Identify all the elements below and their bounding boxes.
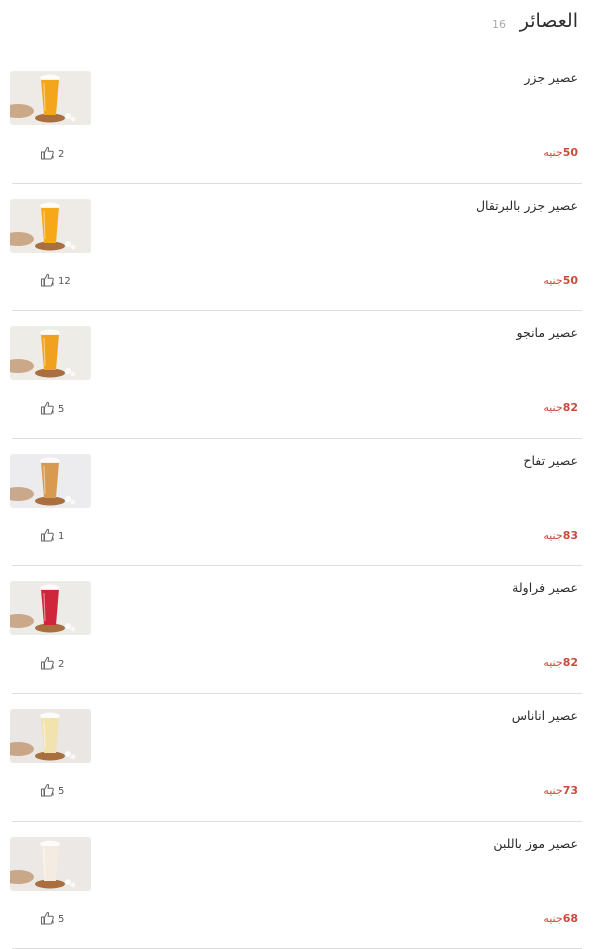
product-image[interactable] (10, 198, 91, 253)
price-currency: جنيه (543, 656, 563, 670)
price-currency: جنيه (543, 911, 563, 925)
product-name[interactable]: عصير موز باللبن (493, 836, 578, 851)
thumbs-up-icon (40, 911, 55, 928)
list-item[interactable]: عصير جزر بالبرتقال 50جنيه 12 (0, 184, 598, 312)
product-image[interactable] (10, 71, 91, 125)
product-name[interactable]: عصير تفاح (523, 453, 578, 468)
thumbs-up-icon (40, 401, 55, 418)
thumbs-up-icon (40, 783, 55, 800)
product-price: 50جنيه (543, 274, 578, 287)
price-value: 82 (562, 401, 578, 415)
like-button[interactable]: 5 (40, 911, 65, 928)
like-count: 1 (58, 531, 65, 543)
like-button[interactable]: 2 (40, 656, 65, 673)
like-button[interactable]: 12 (40, 273, 71, 290)
list-item[interactable]: عصير موز باللبن 68جنيه 5 (0, 822, 598, 949)
thumbs-up-icon (40, 528, 55, 545)
price-value: 50 (562, 273, 578, 287)
product-name[interactable]: عصير اناناس (512, 708, 578, 723)
thumbs-up-icon (40, 656, 55, 673)
product-price: 82جنيه (543, 656, 578, 669)
like-count: 5 (58, 914, 65, 926)
product-name[interactable]: عصير فراولة (512, 580, 578, 595)
product-price: 68جنيه (543, 912, 578, 925)
product-price: 82جنيه (543, 401, 578, 414)
price-currency: جنيه (543, 783, 563, 797)
product-image[interactable] (10, 581, 91, 636)
product-name[interactable]: عصير مانجو (517, 325, 578, 340)
list-item[interactable]: عصير فراولة 82جنيه 2 (0, 566, 598, 694)
like-button[interactable]: 5 (40, 783, 65, 800)
price-currency: جنيه (543, 528, 563, 542)
like-count: 5 (58, 403, 65, 415)
thumbs-up-icon (40, 273, 55, 290)
price-value: 83 (562, 528, 578, 542)
item-count: 16 (492, 18, 506, 31)
list-item[interactable]: عصير جزر 50جنيه 2 (0, 56, 598, 184)
like-button[interactable]: 1 (40, 528, 65, 545)
product-image[interactable] (10, 453, 91, 508)
price-currency: جنيه (543, 146, 563, 159)
section-header: العصائر 16 (0, 0, 598, 52)
price-value: 73 (562, 783, 578, 797)
product-image[interactable] (10, 708, 91, 763)
like-button[interactable]: 2 (40, 146, 65, 163)
product-image[interactable] (10, 836, 91, 891)
thumbs-up-icon (40, 146, 55, 163)
product-list: عصير جزر 50جنيه 2 عصير جزر بالبرتقال 50جنيه 1… (0, 56, 598, 949)
price-currency: جنيه (543, 273, 563, 287)
price-currency: جنيه (543, 401, 563, 415)
price-value: 68 (562, 911, 578, 925)
product-image[interactable] (10, 326, 91, 381)
price-value: 50 (562, 146, 578, 159)
like-count: 12 (58, 276, 71, 288)
product-name[interactable]: عصير جزر بالبرتقال (476, 198, 578, 213)
like-count: 5 (58, 786, 65, 798)
product-name[interactable]: عصير جزر (524, 70, 578, 85)
price-value: 82 (562, 656, 578, 670)
like-button[interactable]: 5 (40, 401, 65, 418)
like-count: 2 (58, 148, 65, 160)
product-price: 50جنيه (543, 146, 578, 159)
list-item[interactable]: عصير اناناس 73جنيه 5 (0, 694, 598, 822)
product-price: 83جنيه (543, 529, 578, 542)
list-item[interactable]: عصير تفاح 83جنيه 1 (0, 439, 598, 567)
section-title: العصائر (519, 10, 578, 32)
product-price: 73جنيه (543, 784, 578, 797)
like-count: 2 (58, 658, 65, 670)
list-item[interactable]: عصير مانجو 82جنيه 5 (0, 311, 598, 439)
